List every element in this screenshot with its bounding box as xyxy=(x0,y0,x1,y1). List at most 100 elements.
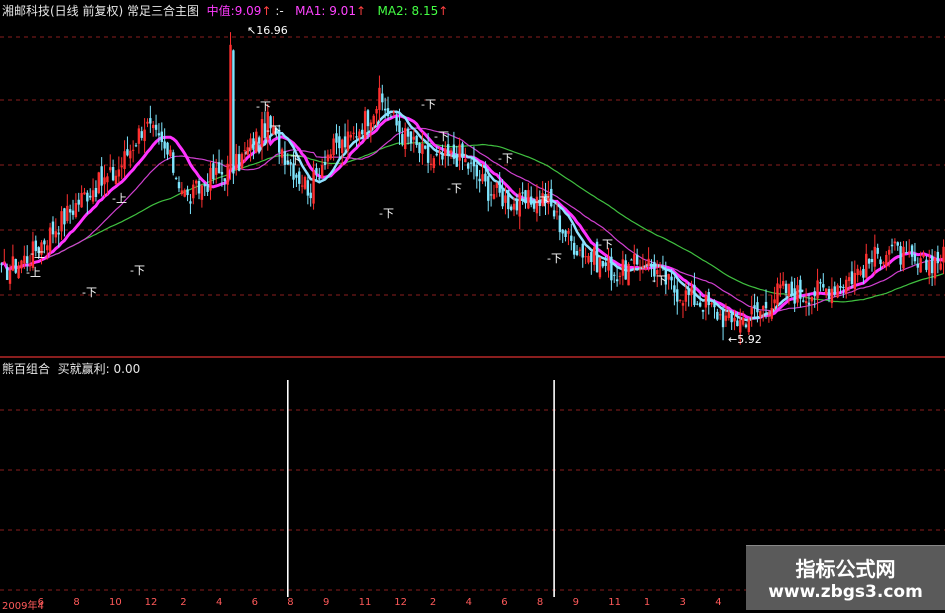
candle-body xyxy=(335,133,338,143)
candle-body xyxy=(298,171,301,184)
candle-body xyxy=(736,320,739,327)
candle-body xyxy=(83,192,86,195)
candle-body xyxy=(395,116,398,126)
candle-body xyxy=(481,174,484,182)
x-tick-label: 9 xyxy=(322,597,330,608)
candle-body xyxy=(134,145,138,147)
candle-body xyxy=(246,147,249,155)
sell-marker: -下 xyxy=(379,207,394,220)
candle-body xyxy=(887,249,891,255)
candle-body xyxy=(779,284,782,289)
candle-body xyxy=(630,259,633,261)
sell-marker: -下 xyxy=(82,286,97,299)
candle-body xyxy=(89,195,92,198)
candle-body xyxy=(418,143,421,154)
candle-body xyxy=(424,145,427,149)
x-tick-label: 6 xyxy=(501,597,508,608)
candle-body xyxy=(174,177,178,179)
candle-body xyxy=(647,258,650,266)
candle-body xyxy=(784,283,788,293)
candle-body xyxy=(68,209,72,213)
candle-body xyxy=(741,317,745,325)
candle-body xyxy=(106,176,109,183)
candle-body xyxy=(570,235,573,241)
candle-body xyxy=(446,144,450,156)
candle-body xyxy=(859,270,862,275)
sell-marker: -下 xyxy=(447,182,462,195)
candle-body xyxy=(492,194,496,199)
candle-body xyxy=(280,149,284,158)
candle-body xyxy=(309,192,312,199)
candle-body xyxy=(633,254,636,265)
candle-body xyxy=(86,192,89,202)
candle-body xyxy=(54,231,58,238)
x-tick-label: 4 xyxy=(215,597,223,608)
candle-body xyxy=(727,311,730,319)
candle-body xyxy=(349,134,352,138)
candle-body xyxy=(131,149,135,151)
sell-marker: -下 xyxy=(286,154,301,167)
candle-body xyxy=(782,281,785,286)
candle-body xyxy=(240,153,244,169)
x-tick-label: 1 xyxy=(643,597,651,608)
candle-body xyxy=(501,188,504,207)
candle-body xyxy=(807,302,811,305)
high-price-label: ↖16.96 xyxy=(247,24,288,37)
candle-body xyxy=(641,266,645,268)
candle-body xyxy=(936,251,940,264)
candle-body xyxy=(593,247,596,265)
candle-body xyxy=(117,169,121,177)
candle-body xyxy=(902,246,905,269)
candle-body xyxy=(103,177,106,185)
candle-body xyxy=(306,180,310,196)
candle-body xyxy=(587,255,590,263)
candle-body xyxy=(146,121,149,124)
candle-body xyxy=(426,143,430,163)
x-tick-label: 8 xyxy=(287,597,294,608)
candle-body xyxy=(730,313,733,323)
candle-body xyxy=(484,173,487,182)
candle-body xyxy=(126,149,129,156)
candle-body xyxy=(521,192,524,194)
candle-body xyxy=(315,168,318,174)
candle-body xyxy=(3,261,6,263)
sell-marker: -下 xyxy=(498,152,513,165)
candle-body xyxy=(853,272,856,290)
chart-stage: 湘邮科技(日线 前复权) 常足三合主图 中值:9.09↑ :- MA1: 9.0… xyxy=(0,0,945,612)
candle-body xyxy=(770,308,773,319)
candle-body xyxy=(432,158,436,169)
candle-body xyxy=(690,287,693,296)
candle-body xyxy=(879,259,882,265)
candle-body xyxy=(60,211,63,232)
candle-body xyxy=(613,274,616,276)
candle-body xyxy=(97,172,100,194)
candle-body xyxy=(295,174,298,178)
x-tick-label: 11 xyxy=(358,597,372,608)
candle-body xyxy=(235,153,238,171)
candle-body xyxy=(91,190,95,202)
candle-body xyxy=(392,112,395,114)
candle-body xyxy=(489,194,493,196)
candle-body xyxy=(421,143,424,154)
candle-body xyxy=(243,150,247,152)
candle-body xyxy=(865,253,868,278)
candle-body xyxy=(558,215,562,233)
candle-body xyxy=(933,258,937,279)
candle-body xyxy=(63,208,66,225)
candle-body xyxy=(189,201,192,204)
candle-body xyxy=(939,263,942,270)
sell-marker: -下 xyxy=(547,252,562,265)
x-tick-label: 4 xyxy=(465,597,472,608)
candle-body xyxy=(378,87,381,110)
candle-body xyxy=(893,241,897,244)
candle-body xyxy=(20,260,23,269)
candle-body xyxy=(753,305,756,309)
candle-body xyxy=(518,192,521,217)
watermark-title: 指标公式网 xyxy=(795,557,896,581)
candle-body xyxy=(57,232,60,235)
candle-body xyxy=(787,283,791,297)
candle-body xyxy=(942,246,945,263)
candle-body xyxy=(123,151,126,169)
indicator-name: 常足三合主图 xyxy=(127,4,200,18)
candle-body xyxy=(26,256,29,264)
